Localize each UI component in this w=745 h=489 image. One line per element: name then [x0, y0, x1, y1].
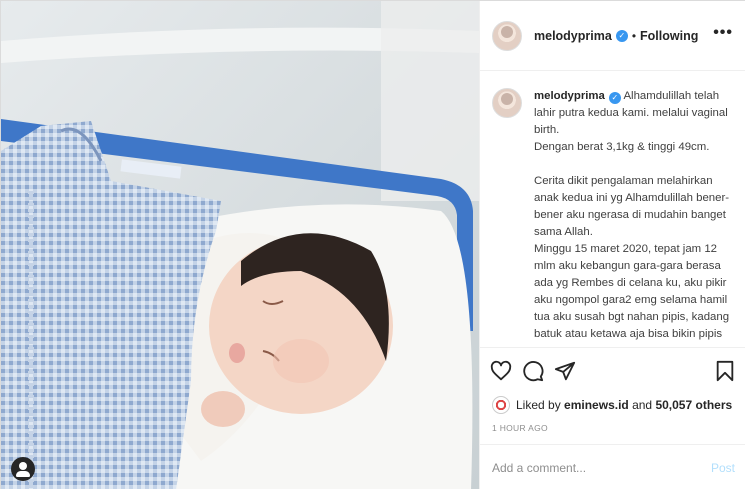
caption-line: Cerita dikit pengalaman melahirkan anak …	[534, 175, 730, 238]
post-actions: Liked by eminews.id and 50,057 others 1 …	[480, 347, 745, 443]
caption-line: Minggu 15 maret 2020, tepat jam 12 mlm a…	[534, 243, 730, 340]
post-frame: melodyprima ✓ • Following ••• melodyprim…	[0, 0, 745, 489]
caption-text: melodyprima ✓ Alhamdulillah telah lahir p…	[534, 88, 734, 346]
follow-status-button[interactable]: Following	[640, 29, 698, 43]
caption-area: melodyprima ✓ Alhamdulillah telah lahir p…	[480, 72, 745, 346]
verified-icon: ✓	[615, 29, 628, 42]
more-icon[interactable]: •••	[713, 25, 733, 41]
likes-prefix: Liked by	[516, 398, 561, 412]
post-timestamp[interactable]: 1 HOUR AGO	[492, 423, 548, 433]
post-header: melodyprima ✓ • Following •••	[480, 1, 745, 71]
caption-username[interactable]: melodyprima	[534, 90, 605, 102]
liker-username[interactable]: eminews.id	[564, 398, 629, 412]
action-icons	[490, 360, 576, 382]
caption-verified-icon: ✓	[608, 92, 621, 104]
post-side-panel: melodyprima ✓ • Following ••• melodyprim…	[479, 1, 745, 489]
bookmark-icon[interactable]	[715, 360, 735, 382]
heart-icon[interactable]	[490, 360, 512, 382]
likes-connector: and	[632, 398, 653, 412]
share-icon[interactable]	[554, 360, 576, 382]
separator-dot: •	[631, 28, 637, 43]
author-avatar[interactable]	[492, 20, 522, 51]
caption-author-avatar[interactable]	[492, 88, 522, 118]
author-username[interactable]: melodyprima	[534, 29, 612, 43]
likes-summary: Liked by eminews.id and 50,057 others	[492, 396, 732, 414]
post-comment-button[interactable]: Post	[711, 461, 735, 475]
caption-line: Dengan berat 3,1kg & tinggi 49cm.	[534, 141, 710, 153]
likes-others-link[interactable]: 50,057 others	[655, 398, 732, 412]
user-tag-icon[interactable]	[11, 457, 35, 481]
newborn-photo-illustration	[1, 1, 479, 489]
comment-bar: Post	[480, 444, 745, 489]
comment-input[interactable]	[492, 461, 692, 475]
comment-icon[interactable]	[522, 360, 544, 382]
post-photo[interactable]	[1, 1, 479, 489]
liker-avatar[interactable]	[492, 396, 510, 414]
